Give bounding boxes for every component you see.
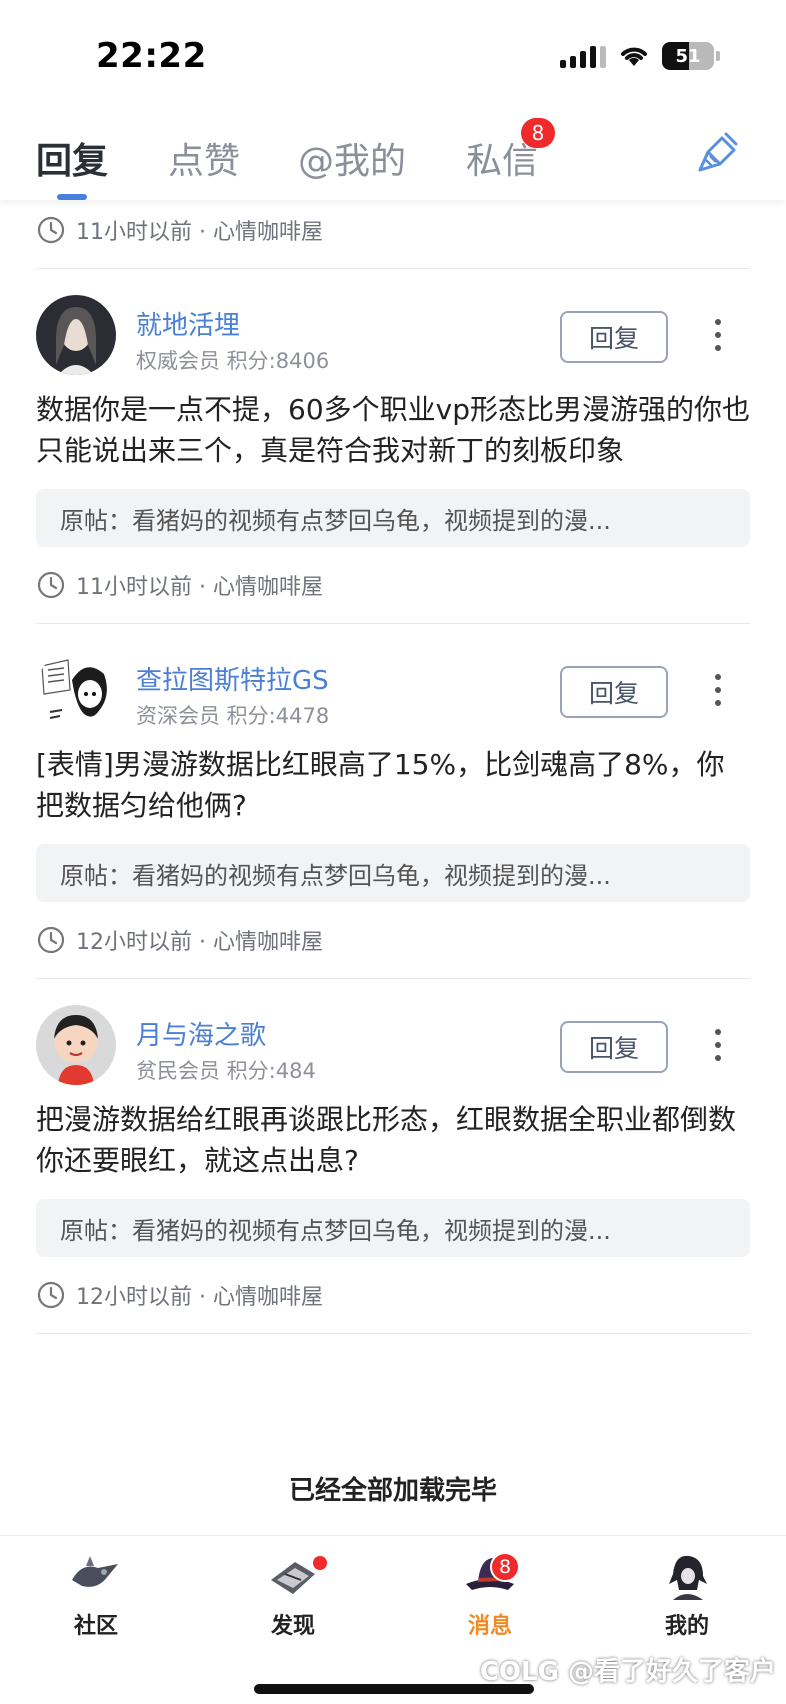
messages-badge: 8 (490, 1552, 520, 1582)
clock-icon (37, 571, 65, 599)
more-options-icon[interactable] (712, 1029, 722, 1065)
new-content-dot (313, 1556, 327, 1570)
post-meta: 11小时以前 · 心情咖啡屋 (36, 206, 750, 254)
reply-item[interactable]: 就地活埋 权威会员 积分:8406 回复 数据你是一点不提，60多个职业vp形态… (36, 269, 750, 624)
nav-label: 我的 (664, 1614, 709, 1639)
battery-tip (716, 51, 720, 61)
home-indicator[interactable] (254, 1684, 534, 1694)
original-post-quote[interactable]: 原帖：看猪妈的视频有点梦回乌龟，视频提到的漫... (36, 844, 750, 902)
nav-messages[interactable]: 消息 8 (430, 1550, 550, 1640)
battery-icon: 51 (662, 42, 714, 70)
nav-label: 发现 (270, 1614, 315, 1639)
battery-level: 51 (675, 45, 701, 67)
clear-broom-icon[interactable] (696, 130, 742, 176)
status-bar: 22:22 51 (0, 0, 786, 110)
reply-text: [表情]男漫游数据比红眼高了15%，比剑魂高了8%，你把数据匀给他俩? (36, 748, 725, 822)
reply-item[interactable]: 月与海之歌 贫民会员 积分:484 回复 把漫游数据给红眼再谈跟比形态，红眼数据… (36, 979, 750, 1334)
nav-label: 社区 (73, 1614, 118, 1639)
original-post-quote[interactable]: 原帖：看猪妈的视频有点梦回乌龟，视频提到的漫... (36, 489, 750, 547)
reply-feed: 11小时以前 · 心情咖啡屋 就地活埋 权威会员 积分:8406 回复 数据你是… (36, 200, 750, 1334)
post-board[interactable]: · 心情咖啡屋 (199, 1279, 323, 1311)
reply-button[interactable]: 回复 (560, 666, 668, 718)
discover-icon (271, 1562, 315, 1594)
watermark: COLG @看了好久了客户 (479, 1657, 776, 1687)
reply-button[interactable]: 回复 (560, 1021, 668, 1073)
wifi-icon (621, 47, 647, 66)
reply-header: 就地活埋 权威会员 积分:8406 回复 (36, 269, 750, 381)
more-options-icon[interactable] (712, 674, 722, 710)
post-meta: 11小时以前 · 心情咖啡屋 (36, 561, 750, 609)
nav-discover[interactable]: 发现 (233, 1550, 353, 1640)
username[interactable]: 就地活埋 (136, 305, 240, 342)
nav-label: 消息 (467, 1614, 512, 1639)
username[interactable]: 月与海之歌 (136, 1015, 266, 1052)
username[interactable]: 查拉图斯特拉GS (136, 660, 329, 697)
reply-header: 月与海之歌 贫民会员 积分:484 回复 (36, 979, 750, 1091)
clock-icon (37, 926, 65, 954)
post-time: 11小时以前 (76, 575, 192, 600)
profile-icon (669, 1555, 707, 1600)
cellular-signal-icon (560, 44, 606, 68)
reply-item[interactable]: 查拉图斯特拉GS 资深会员 积分:4478 回复 [表情]男漫游数据比红眼高了1… (36, 624, 750, 979)
avatar[interactable] (36, 650, 116, 730)
post-board[interactable]: · 心情咖啡屋 (199, 924, 323, 956)
member-level: 资深会员 积分:4478 (136, 704, 330, 728)
post-meta: 12小时以前 · 心情咖啡屋 (36, 1271, 750, 1319)
clock-icon (37, 1281, 65, 1309)
post-board[interactable]: · 心情咖啡屋 (199, 569, 323, 601)
post-time: 12小时以前 (76, 1285, 192, 1310)
reply-text: 数据你是一点不提，60多个职业vp形态比男漫游强的你也只能说出来三个，真是符合我… (36, 393, 750, 467)
community-icon (72, 1556, 118, 1587)
post-time: 12小时以前 (76, 930, 192, 955)
post-meta: 12小时以前 · 心情咖啡屋 (36, 916, 750, 964)
member-level: 贫民会员 积分:484 (136, 1059, 316, 1083)
tab-replies[interactable]: 回复 (36, 132, 108, 184)
more-options-icon[interactable] (712, 319, 722, 355)
avatar[interactable] (36, 295, 116, 375)
message-tabs: 回复 点赞 @我的 私信 8 (0, 110, 786, 200)
all-loaded-text: 已经全部加载完毕 (288, 1476, 497, 1506)
divider (36, 1333, 750, 1334)
reply-text: 把漫游数据给红眼再谈跟比形态，红眼数据全职业都倒数你还要眼红，就这点出息? (36, 1103, 737, 1177)
avatar[interactable] (36, 1005, 116, 1085)
nav-profile[interactable]: 我的 (627, 1550, 747, 1640)
tab-likes[interactable]: 点赞 (168, 132, 240, 184)
member-level: 权威会员 积分:8406 (136, 349, 330, 373)
status-time: 22:22 (96, 36, 207, 76)
private-messages-badge: 8 (521, 118, 555, 148)
tab-mentions[interactable]: @我的 (298, 132, 406, 184)
reply-header: 查拉图斯特拉GS 资深会员 积分:4478 回复 (36, 624, 750, 736)
bottom-navigation: 社区 发现 消息 8 我的 COLG @看了好久了客户 (0, 1535, 786, 1704)
clock-icon (37, 216, 65, 244)
post-time: 11小时以前 (76, 220, 192, 245)
nav-community[interactable]: 社区 (36, 1550, 156, 1640)
post-board[interactable]: · 心情咖啡屋 (199, 214, 323, 246)
status-icons: 51 (560, 42, 720, 70)
original-post-quote[interactable]: 原帖：看猪妈的视频有点梦回乌龟，视频提到的漫... (36, 1199, 750, 1257)
reply-button[interactable]: 回复 (560, 311, 668, 363)
